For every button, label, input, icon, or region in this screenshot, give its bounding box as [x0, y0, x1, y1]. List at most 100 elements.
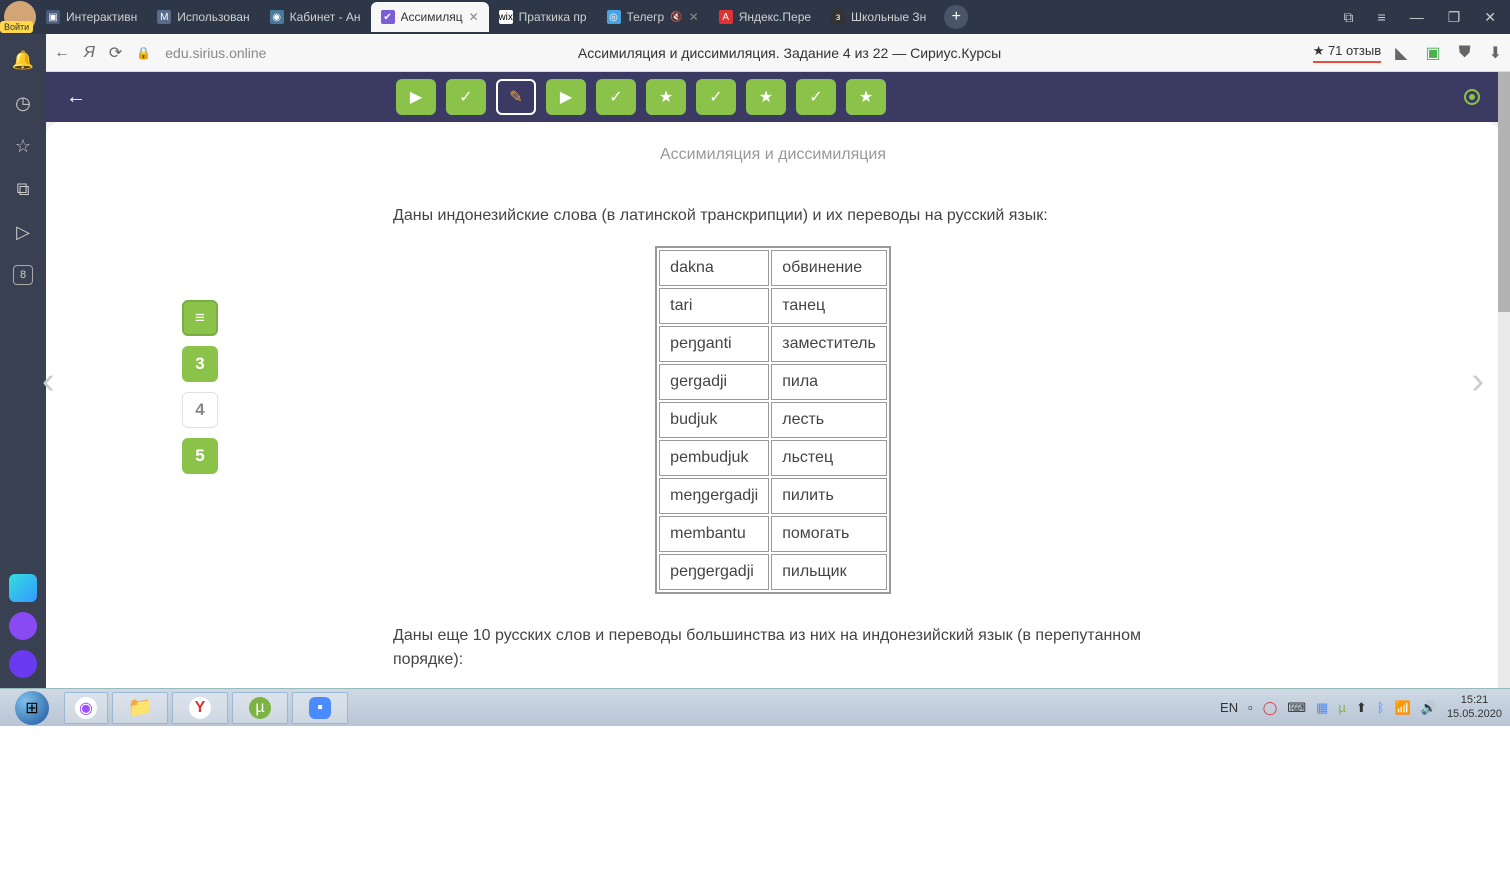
scrollbar-thumb[interactable]	[1498, 72, 1510, 312]
tray-bluetooth-icon[interactable]: ᛒ	[1377, 700, 1385, 715]
words-table: daknaобвинениеtariтанецpeŋgantiзаместите…	[655, 246, 891, 594]
tray-yandex-icon[interactable]: ◯	[1263, 700, 1278, 716]
progress-step-3[interactable]: ▶	[546, 79, 586, 115]
table-row: membantuпомогать	[659, 516, 887, 552]
translation-cell: заместитель	[771, 326, 887, 362]
progress-step-1[interactable]: ✓	[446, 79, 486, 115]
tray-volume-icon[interactable]: 🔊	[1421, 700, 1437, 716]
tray-date: 15.05.2020	[1447, 708, 1502, 721]
windows-taskbar: ⊞ ◉ 📁 Y µ ▪ EN ▫ ◯ ⌨ ▦ µ ⬆ ᛒ 📶 🔊 15:21 1…	[0, 688, 1510, 726]
tray-update-icon[interactable]: ⬆	[1356, 700, 1367, 716]
reload-button[interactable]: ⟳	[109, 43, 122, 63]
lesson-progress-bar: ← ▶ ✓ ✎ ▶ ✓ ★ ✓ ★ ✓ ★	[46, 72, 1500, 122]
close-button[interactable]: ✕	[1484, 9, 1496, 26]
history-icon[interactable]: ◷	[15, 93, 31, 114]
rail-app-2[interactable]	[9, 612, 37, 640]
tray-network-icon[interactable]: 📶	[1395, 700, 1411, 716]
browser-tab-1[interactable]: MИспользован	[147, 2, 259, 32]
tray-lang[interactable]: EN	[1220, 700, 1238, 715]
progress-step-9[interactable]: ★	[846, 79, 886, 115]
profile-avatar[interactable]: Войти	[4, 1, 36, 33]
tab-title: Школьные Зн	[851, 10, 926, 24]
maximize-button[interactable]: ❐	[1448, 9, 1461, 26]
translation-cell: льстец	[771, 440, 887, 476]
table-row: budjukлесть	[659, 402, 887, 438]
protect-icon[interactable]: ▣	[1425, 43, 1440, 63]
nav-back-button[interactable]: ←	[54, 44, 70, 62]
lesson-back-button[interactable]: ←	[66, 86, 86, 109]
browser-tab-5[interactable]: ◎Телегр🔇✕	[597, 2, 709, 32]
tab-favicon-icon: ✔	[381, 10, 395, 24]
rail-app-3[interactable]	[9, 650, 37, 678]
browser-tab-2[interactable]: ◉Кабинет - Ан	[260, 2, 371, 32]
tab-title: Ассимиляц	[401, 10, 463, 24]
progress-step-7[interactable]: ★	[746, 79, 786, 115]
task-nav-4[interactable]: 4	[182, 392, 218, 428]
browser-tab-6[interactable]: AЯндекс.Пере	[709, 2, 821, 32]
downloads-icon[interactable]: ⬇	[1489, 43, 1502, 63]
word-cell: tari	[659, 288, 769, 324]
browser-tab-7[interactable]: зШкольные Зн	[821, 2, 936, 32]
task-nav-3[interactable]: 3	[182, 346, 218, 382]
browser-tabs-bar: Войти ▣ИнтерактивнMИспользован◉Кабинет -…	[0, 0, 1510, 34]
word-cell: meŋgergadji	[659, 478, 769, 514]
taskbar-zoom[interactable]: ▪	[292, 692, 348, 724]
reviews-badge[interactable]: ★ 71 отзыв	[1313, 43, 1381, 63]
menu-icon[interactable]: ≡	[1378, 9, 1386, 26]
notifications-icon[interactable]: 🔔	[12, 50, 34, 71]
scrollbar-track[interactable]	[1498, 72, 1510, 688]
tab-favicon-icon: M	[157, 10, 171, 24]
favorites-icon[interactable]: ☆	[15, 136, 31, 157]
tray-app-icon[interactable]: ▦	[1316, 700, 1328, 716]
tray-time: 15:21	[1447, 694, 1502, 707]
progress-step-8[interactable]: ✓	[796, 79, 836, 115]
table-row: pembudjukльстец	[659, 440, 887, 476]
tray-clock[interactable]: 15:21 15.05.2020	[1447, 694, 1502, 720]
tray-keyboard-icon[interactable]: ⌨	[1287, 700, 1306, 716]
translation-cell: обвинение	[771, 250, 887, 286]
browser-tab-4[interactable]: wixПраткика пр	[489, 2, 597, 32]
minimize-button[interactable]: —	[1410, 9, 1424, 26]
record-indicator-icon[interactable]	[1464, 89, 1480, 105]
tab-mute-icon[interactable]: 🔇	[670, 12, 682, 23]
progress-step-5[interactable]: ★	[646, 79, 686, 115]
task-side-nav: ≡ 3 4 5	[182, 300, 218, 474]
rail-app-1[interactable]	[9, 574, 37, 602]
tab-count-badge[interactable]: 8	[13, 265, 33, 285]
tray-utorrent-icon[interactable]: µ	[1338, 700, 1346, 715]
tab-favicon-icon: A	[719, 10, 733, 24]
taskbar-browser[interactable]: Y	[172, 692, 228, 724]
new-tab-button[interactable]: +	[944, 5, 968, 29]
word-cell: peŋgergadji	[659, 554, 769, 590]
next-task-arrow[interactable]: ›	[1471, 360, 1484, 403]
bookmark-icon[interactable]: ◣	[1395, 43, 1407, 63]
progress-step-2[interactable]: ✎	[496, 79, 536, 115]
below-area	[0, 726, 1510, 888]
url-text[interactable]: edu.sirius.online	[165, 45, 266, 61]
panel-icon[interactable]: ⧉	[1344, 9, 1354, 26]
word-cell: peŋganti	[659, 326, 769, 362]
tab-close-button[interactable]: ✕	[689, 10, 699, 24]
task-nav-5[interactable]: 5	[182, 438, 218, 474]
progress-step-6[interactable]: ✓	[696, 79, 736, 115]
task-menu-button[interactable]: ≡	[182, 300, 218, 336]
table-row: meŋgergadjiпилить	[659, 478, 887, 514]
prev-task-arrow[interactable]: ‹	[42, 360, 55, 403]
feedback-icon[interactable]: ⛊	[1459, 44, 1471, 62]
address-bar: ← Я ⟳ 🔒 edu.sirius.online Ассимиляция и …	[46, 34, 1510, 72]
browser-tab-0[interactable]: ▣Интерактивн	[36, 2, 147, 32]
collections-icon[interactable]: ⧉	[17, 179, 30, 200]
tab-close-button[interactable]: ✕	[469, 10, 479, 24]
tray-zoom-icon[interactable]: ▫	[1248, 700, 1253, 715]
start-button[interactable]: ⊞	[4, 692, 60, 724]
taskbar-utorrent[interactable]: µ	[232, 692, 288, 724]
progress-step-4[interactable]: ✓	[596, 79, 636, 115]
browser-tab-3[interactable]: ✔ Ассимиляц ✕	[371, 2, 489, 32]
yandex-home-icon[interactable]: Я	[84, 44, 95, 62]
progress-step-0[interactable]: ▶	[396, 79, 436, 115]
login-badge[interactable]: Войти	[0, 21, 33, 33]
taskbar-yandex-music[interactable]: ◉	[64, 692, 108, 724]
media-icon[interactable]: ▷	[16, 222, 30, 243]
page-title: Ассимиляция и диссимиляция. Задание 4 из…	[280, 45, 1298, 61]
taskbar-explorer[interactable]: 📁	[112, 692, 168, 724]
